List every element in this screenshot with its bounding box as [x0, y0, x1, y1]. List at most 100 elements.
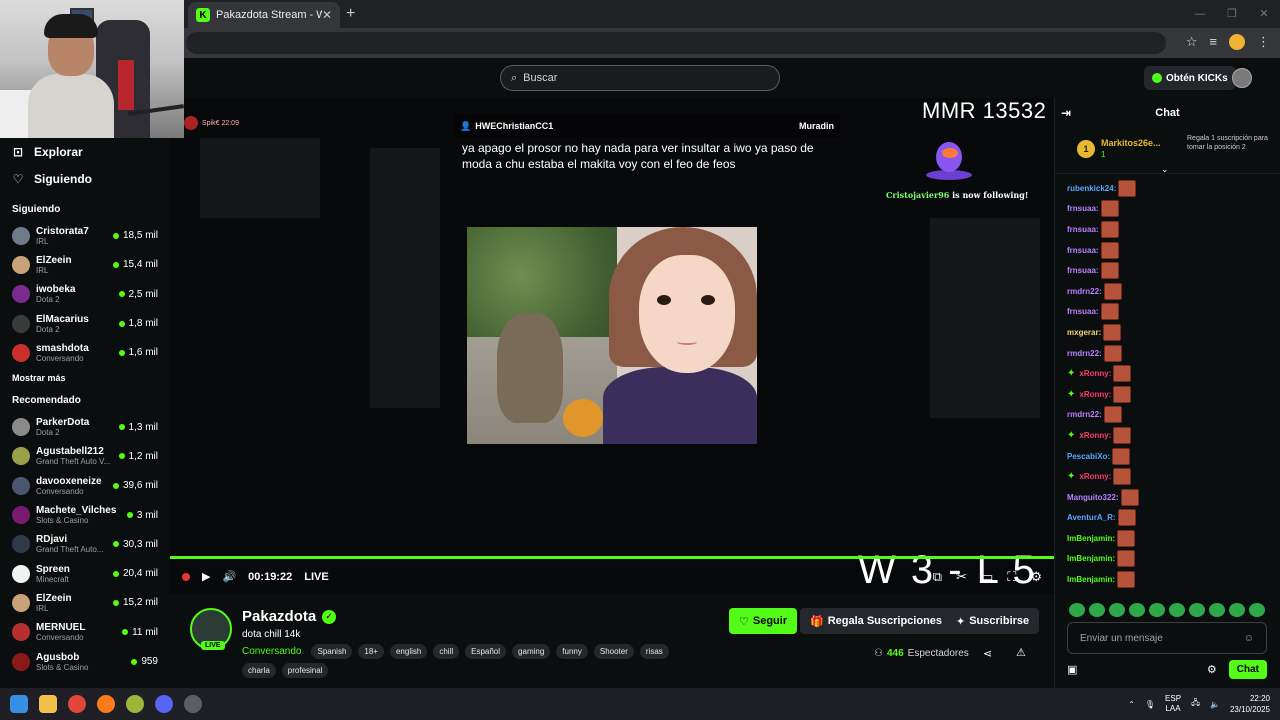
chat-username[interactable]: frnsuaa: — [1067, 307, 1099, 316]
chat-input[interactable]: Enviar un mensaje ☺ — [1067, 622, 1267, 654]
sidebar-channel[interactable]: Cristorata7 IRL 18,5 mil — [12, 221, 158, 250]
sidebar-channel[interactable]: ElZeein IRL 15,2 mil — [12, 588, 158, 617]
tab-close-icon[interactable]: ✕ — [322, 8, 332, 22]
leaderboard-user[interactable]: Markitos26e... — [1101, 138, 1161, 148]
stream-tag[interactable]: funny — [556, 644, 588, 659]
emote-icon[interactable] — [1089, 603, 1105, 617]
stream-tag[interactable]: 18+ — [358, 644, 384, 659]
close-window-icon[interactable]: ✕ — [1248, 0, 1280, 28]
clip-icon[interactable]: ✂ — [956, 569, 967, 585]
stream-tag[interactable]: english — [389, 644, 428, 659]
chat-username[interactable]: rmdrn22: — [1067, 349, 1102, 358]
video-player[interactable]: Spik€ 22:09 👤 HWEChristianCC1 Muradin ya … — [170, 98, 1054, 594]
play-icon[interactable]: ▶ — [202, 570, 210, 583]
minimize-icon[interactable]: — — [1184, 0, 1216, 28]
chat-username[interactable]: ImBenjamin: — [1067, 575, 1115, 584]
show-more-link[interactable]: Mostrar más — [12, 373, 158, 383]
chat-username[interactable]: rmdrn22: — [1067, 287, 1102, 296]
clock[interactable]: 22:20 23/10/2025 — [1230, 693, 1270, 715]
chrome-icon[interactable] — [68, 695, 86, 713]
speaker-icon[interactable]: 🔈 — [1210, 700, 1220, 709]
tray-chevron-icon[interactable]: ⌃ — [1128, 700, 1135, 709]
profile-icon[interactable] — [1229, 34, 1245, 50]
chat-username[interactable]: AventurA_R: — [1067, 513, 1116, 522]
sidebar-channel[interactable]: ParkerDota Dota 2 1,3 mil — [12, 412, 158, 441]
language-indicator[interactable]: ESP LAA — [1165, 694, 1181, 714]
browser-menu-icon[interactable]: ⋮ — [1257, 34, 1270, 50]
live-label[interactable]: LIVE — [304, 571, 328, 583]
volume-icon[interactable]: 🔊 — [222, 570, 236, 583]
theater-icon[interactable]: ▭ — [981, 569, 993, 585]
chat-username[interactable]: xRonny: — [1079, 431, 1111, 440]
stream-tag[interactable]: chill — [433, 644, 460, 659]
mic-icon[interactable]: 🎙 — [1145, 700, 1155, 709]
file-explorer-icon[interactable] — [39, 695, 57, 713]
nav-explore[interactable]: ⊡ Explorar — [12, 138, 158, 165]
stream-category[interactable]: Conversando — [242, 646, 301, 657]
sidebar-channel[interactable]: Agustabell212 Grand Theft Auto V... 1,2 mi… — [12, 442, 158, 471]
sidebar-channel[interactable]: iwobeka Dota 2 2,5 mil — [12, 280, 158, 309]
chat-username[interactable]: mxgerar: — [1067, 328, 1101, 337]
chat-settings-icon[interactable]: ⚙ — [1207, 663, 1217, 676]
leaderboard-gift-text[interactable]: Regala 1 suscripción para tomar la posic… — [1179, 134, 1275, 152]
chat-username[interactable]: rubenkick24: — [1067, 184, 1116, 193]
new-tab-icon[interactable]: + — [346, 5, 355, 23]
search-input[interactable]: ⌕ Buscar — [500, 65, 780, 91]
chat-username[interactable]: Manguito322: — [1067, 493, 1119, 502]
subscribe-button[interactable]: ✦ Suscribirse — [946, 608, 1040, 634]
chat-username[interactable]: ImBenjamin: — [1067, 554, 1115, 563]
gift-subs-button[interactable]: 🎁 Regala Suscripciones — [800, 608, 953, 634]
chat-username[interactable]: PescabiXo: — [1067, 452, 1110, 461]
follow-button[interactable]: ♡ Seguir — [729, 608, 798, 634]
report-icon[interactable]: ⚠ — [1016, 646, 1026, 659]
sidebar-channel[interactable]: davooxeneize Conversando 39,6 mil — [12, 471, 158, 500]
stream-tag[interactable]: Shooter — [593, 644, 634, 659]
chat-username[interactable]: frnsuaa: — [1067, 225, 1099, 234]
get-kicks-button[interactable]: Obtén KICKs — [1144, 66, 1236, 90]
emoji-icon[interactable]: ☺ — [1244, 633, 1254, 644]
sidebar-channel[interactable]: RDjavi Grand Theft Auto... 30,3 mil — [12, 530, 158, 559]
browser-tab[interactable]: K Pakazdota Stream - Watch Live ✕ — [188, 2, 340, 28]
emote-icon[interactable] — [1069, 603, 1085, 617]
emote-icon[interactable] — [1229, 603, 1245, 617]
pip-icon[interactable]: ⧉ — [933, 569, 942, 585]
store-icon[interactable]: ▣ — [1067, 663, 1077, 676]
send-chat-button[interactable]: Chat — [1228, 659, 1267, 679]
discord-icon[interactable] — [155, 695, 173, 713]
chat-username[interactable]: frnsuaa: — [1067, 246, 1099, 255]
chat-username[interactable]: frnsuaa: — [1067, 266, 1099, 275]
windows-start-icon[interactable] — [10, 695, 28, 713]
chat-username[interactable]: xRonny: — [1079, 472, 1111, 481]
stream-tag[interactable]: Spanish — [311, 644, 353, 659]
user-avatar[interactable] — [1232, 68, 1252, 88]
bookmark-star-icon[interactable]: ☆ — [1186, 34, 1198, 50]
collapse-chat-icon[interactable]: ⇥ — [1061, 106, 1071, 120]
chat-username[interactable]: xRonny: — [1079, 369, 1111, 378]
stream-tag[interactable]: risas — [639, 644, 669, 659]
url-field[interactable] — [186, 32, 1166, 54]
emote-icon[interactable] — [1149, 603, 1165, 617]
emote-icon[interactable] — [1189, 603, 1205, 617]
sidebar-channel[interactable]: Spreen Minecraft 20,4 mil — [12, 559, 158, 588]
media-control-icon[interactable]: ≡ — [1209, 34, 1217, 50]
emote-icon[interactable] — [1109, 603, 1125, 617]
share-icon[interactable]: ⋖ — [983, 647, 992, 660]
sidebar-channel[interactable]: smashdota Conversando 1,6 mil — [12, 338, 158, 367]
emote-icon[interactable] — [1249, 603, 1265, 617]
emote-icon[interactable] — [1209, 603, 1225, 617]
channel-name[interactable]: Pakazdota ✓ — [242, 608, 337, 625]
stream-tag[interactable]: profesinal — [281, 663, 329, 678]
sidebar-channel[interactable]: ElMacarius Dota 2 1,8 mil — [12, 309, 158, 338]
chat-username[interactable]: frnsuaa: — [1067, 204, 1099, 213]
stream-tag[interactable]: gaming — [512, 644, 551, 659]
app-icon[interactable] — [126, 695, 144, 713]
restore-icon[interactable]: ❐ — [1216, 0, 1248, 28]
stream-tag[interactable]: charla — [242, 663, 276, 678]
firefox-icon[interactable] — [97, 695, 115, 713]
nav-following[interactable]: ♡ Siguiendo — [12, 165, 158, 192]
fullscreen-icon[interactable]: ⛶ — [1007, 569, 1016, 585]
sidebar-channel[interactable]: Machete_Vilches Slots & Casino 3 mil — [12, 500, 158, 529]
sidebar-channel[interactable]: Agusbob Slots & Casino 959 — [12, 647, 158, 676]
chat-username[interactable]: rmdrn22: — [1067, 410, 1102, 419]
sidebar-channel[interactable]: ElZeein IRL 15,4 mil — [12, 250, 158, 279]
